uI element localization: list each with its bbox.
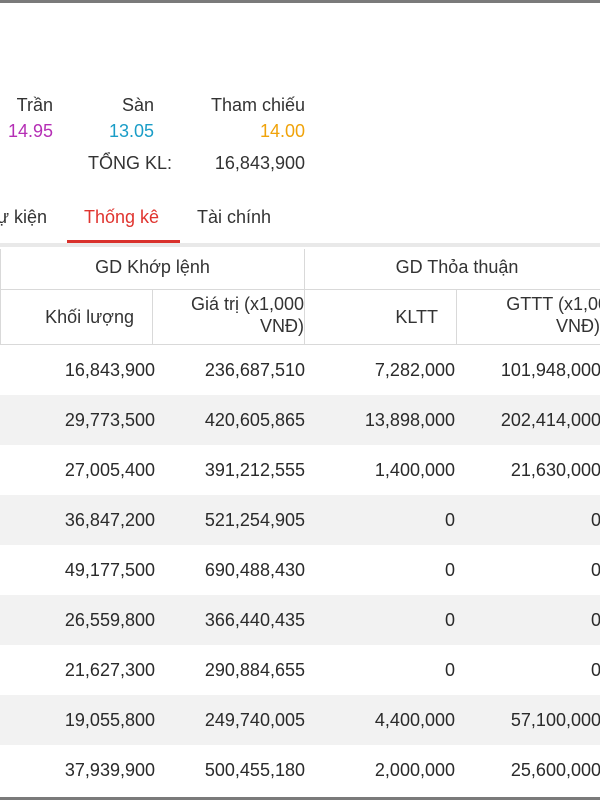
table-row: 16,843,900 236,687,510 7,282,000 101,948,00… (0, 345, 600, 395)
cell-negotiated-value: 21,630,000 (510, 460, 600, 480)
cell-volume: 49,177,500 (64, 560, 155, 580)
cell-value: 500,455,180 (204, 760, 305, 780)
cell-negotiated-volume: 1,400,000 (374, 460, 455, 480)
cell-negotiated-value: 0 (590, 660, 600, 680)
column-header-value-line2: VNĐ) (260, 316, 304, 336)
table-row: 27,005,400 391,212,555 1,400,000 21,630,000 (0, 445, 600, 495)
cell-volume: 37,939,900 (64, 760, 155, 780)
column-header-volume: Khối lượng (0, 290, 153, 345)
floor-price-value: 13.05 (108, 121, 154, 141)
cell-negotiated-value: 25,600,000 (510, 760, 600, 780)
cell-value: 249,740,005 (204, 710, 305, 730)
column-header-negotiated-value-line1: GTTT (x1,000 (506, 294, 600, 314)
cell-negotiated-value: 202,414,000 (500, 410, 600, 430)
cell-negotiated-volume: 4,400,000 (374, 710, 455, 730)
ceiling-price-label: Trần (16, 95, 53, 115)
cell-volume: 21,627,300 (64, 660, 155, 680)
tab-statistics[interactable]: Thống kê (84, 206, 159, 228)
cell-negotiated-value: 0 (590, 610, 600, 630)
cell-negotiated-volume: 7,282,000 (374, 360, 455, 380)
table-row: 49,177,500 690,488,430 0 0 (0, 545, 600, 595)
ceiling-price-value: 14.95 (7, 121, 53, 141)
reference-price-label: Tham chiếu (210, 95, 305, 115)
column-header-value: Giá trị (x1,000 VNĐ) (153, 290, 305, 345)
total-volume-value: 16,843,900 (214, 153, 305, 173)
cell-volume: 16,843,900 (64, 360, 155, 380)
table-row: 37,939,900 500,455,180 2,000,000 25,600,000 (0, 745, 600, 795)
top-border (0, 0, 600, 3)
table-row: 29,773,500 420,605,865 13,898,000 202,414,0… (0, 395, 600, 445)
column-header-value-line1: Giá trị (x1,000 (190, 294, 304, 314)
group-header-matched: GD Khớp lệnh (0, 249, 305, 290)
column-header-negotiated-value: GTTT (x1,000 VNĐ) (457, 290, 600, 345)
cell-negotiated-volume: 2,000,000 (374, 760, 455, 780)
cell-negotiated-volume: 0 (444, 510, 455, 530)
total-volume-label: TỔNG KL: (87, 153, 172, 173)
cell-negotiated-volume: 13,898,000 (364, 410, 455, 430)
cell-negotiated-volume: 0 (444, 560, 455, 580)
cell-value: 420,605,865 (204, 410, 305, 430)
column-header-negotiated-volume: KLTT (305, 290, 457, 345)
table-row: 19,055,800 249,740,005 4,400,000 57,100,000 (0, 695, 600, 745)
cell-value: 366,440,435 (204, 610, 305, 630)
cell-negotiated-value: 101,948,000 (500, 360, 600, 380)
cell-negotiated-value: 57,100,000 (510, 710, 600, 730)
cell-value: 521,254,905 (204, 510, 305, 530)
cell-negotiated-volume: 0 (444, 610, 455, 630)
tab-events[interactable]: ự kiện (0, 206, 47, 228)
group-header-negotiated: GD Thỏa thuận (305, 249, 600, 290)
cell-volume: 29,773,500 (64, 410, 155, 430)
cell-volume: 27,005,400 (64, 460, 155, 480)
cell-value: 236,687,510 (204, 360, 305, 380)
tab-bar: ự kiện Thống kê Tài chính (0, 198, 600, 247)
cell-negotiated-value: 0 (590, 510, 600, 530)
cell-value: 391,212,555 (204, 460, 305, 480)
stock-statistics-screen: Trần Sàn Tham chiếu 14.95 13.05 14.00 TỔ… (0, 0, 600, 800)
tab-financials[interactable]: Tài chính (197, 206, 271, 228)
cell-value: 690,488,430 (204, 560, 305, 580)
floor-price-label: Sàn (121, 95, 154, 115)
table-row: 36,847,200 521,254,905 0 0 (0, 495, 600, 545)
reference-price-value: 14.00 (259, 121, 305, 141)
cell-volume: 36,847,200 (64, 510, 155, 530)
cell-volume: 26,559,800 (64, 610, 155, 630)
tab-divider (0, 243, 600, 247)
cell-volume: 19,055,800 (64, 710, 155, 730)
column-header-negotiated-value-line2: VNĐ) (556, 316, 600, 336)
cell-value: 290,884,655 (204, 660, 305, 680)
cell-negotiated-value: 0 (590, 560, 600, 580)
table-row: 21,627,300 290,884,655 0 0 (0, 645, 600, 695)
cell-negotiated-volume: 0 (444, 660, 455, 680)
table-row: 26,559,800 366,440,435 0 0 (0, 595, 600, 645)
